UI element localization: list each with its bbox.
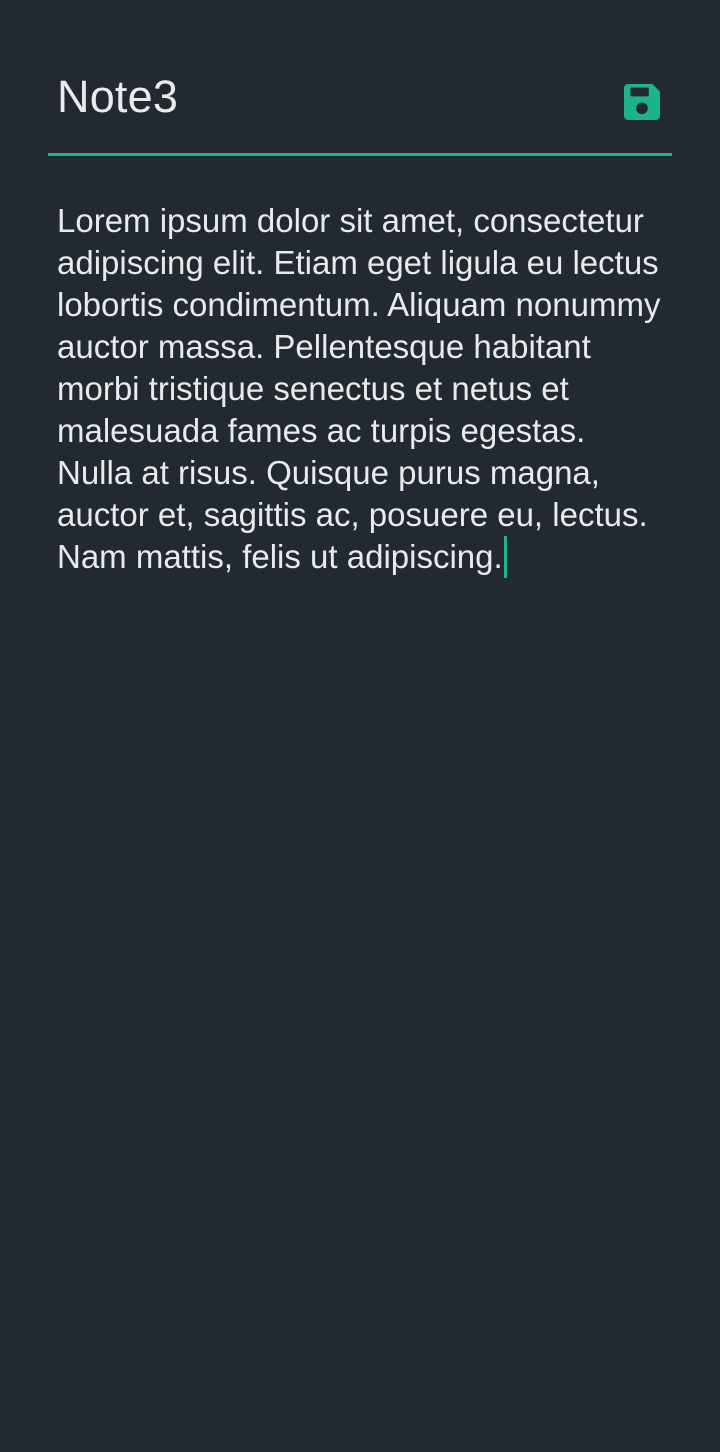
note-editor-screen: Note3 Lorem ipsum dolor sit amet, consec… — [0, 0, 720, 1452]
save-button[interactable] — [616, 76, 668, 128]
floppy-disk-icon — [624, 84, 660, 120]
note-header: Note3 — [48, 56, 672, 156]
note-body-field[interactable]: Lorem ipsum dolor sit amet, consectetur … — [57, 200, 667, 578]
note-body-text: Lorem ipsum dolor sit amet, consectetur … — [57, 202, 661, 575]
title-divider — [48, 153, 672, 156]
note-title-field[interactable]: Note3 — [57, 72, 178, 122]
text-cursor — [503, 536, 507, 578]
